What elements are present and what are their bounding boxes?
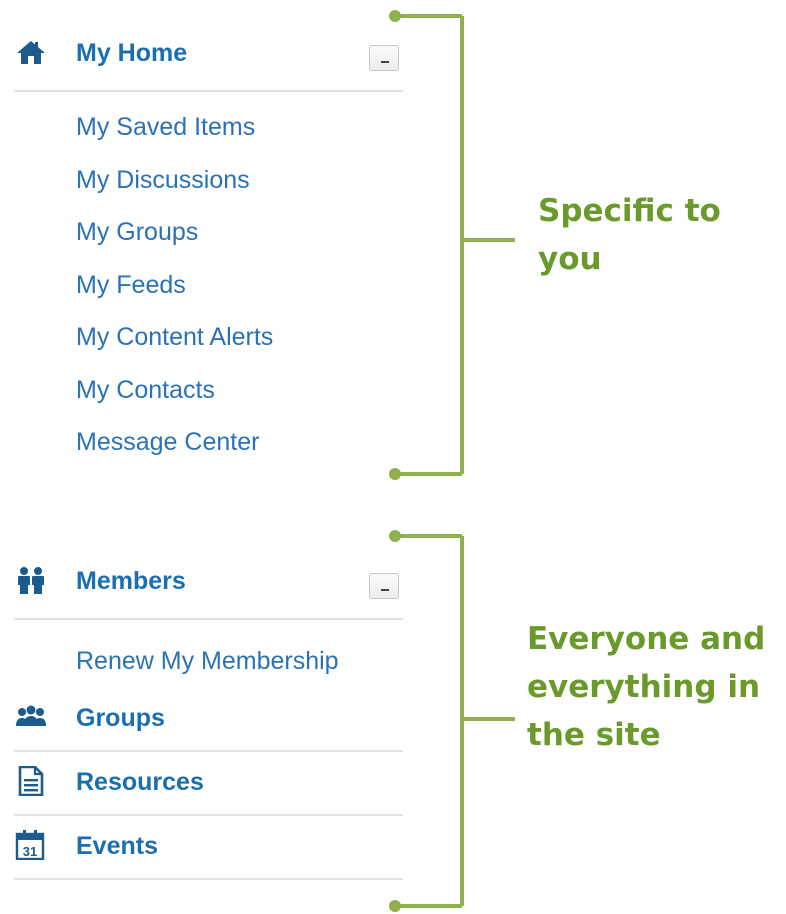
groups-link[interactable]: Groups [76,704,165,732]
my-home-submenu: My Saved Items My Discussions My Groups … [14,92,403,482]
my-home-section: My Home My Saved Items My Discussions My… [14,18,403,482]
annotation-everyone-and-everything: Everyone and everything in the site [527,615,765,759]
minus-icon [381,589,389,591]
members-section: Members Renew My Membership Groups Resou… [14,546,403,880]
annotation-line: Everyone and [527,621,766,657]
site-bracket [396,534,515,908]
nav-row-resources[interactable]: Resources [14,752,403,814]
menu-item-my-contacts[interactable]: My Contacts [14,377,403,430]
menu-item-my-discussions[interactable]: My Discussions [14,167,403,220]
bracket-end-dot [389,530,401,542]
my-home-link[interactable]: My Home [76,38,187,68]
members-link[interactable]: Members [76,566,186,596]
collapse-my-home-button[interactable] [369,45,399,71]
menu-item-my-content-alerts[interactable]: My Content Alerts [14,324,403,377]
annotation-line: the site [527,717,661,753]
annotation-specific-to-you: Specific to you [538,187,721,283]
nav-row-groups[interactable]: Groups [14,688,403,750]
nav-row-events[interactable]: 31 Events [14,816,403,878]
my-home-header: My Home [14,18,403,90]
annotation-line: you [538,241,602,277]
members-submenu: Renew My Membership [14,620,403,688]
members-icon [16,566,46,596]
menu-item-my-groups[interactable]: My Groups [14,219,403,272]
menu-item-message-center[interactable]: Message Center [14,429,403,482]
resources-link[interactable]: Resources [76,768,204,796]
annotation-line: everything in [527,669,761,705]
members-header: Members [14,546,403,618]
menu-item-my-saved-items[interactable]: My Saved Items [14,114,403,167]
collapse-members-button[interactable] [369,573,399,599]
menu-item-renew-my-membership[interactable]: Renew My Membership [14,648,403,688]
home-icon [16,38,46,68]
annotation-line: Specific to [538,193,721,229]
calendar-day-number: 31 [23,844,37,859]
events-link[interactable]: Events [76,832,158,860]
personal-bracket [396,14,515,476]
calendar-icon: 31 [14,830,48,860]
groups-icon [14,702,48,732]
document-icon [14,766,48,796]
bracket-end-dot [389,900,401,912]
minus-icon [381,61,389,63]
menu-item-my-feeds[interactable]: My Feeds [14,272,403,325]
divider [14,878,403,880]
